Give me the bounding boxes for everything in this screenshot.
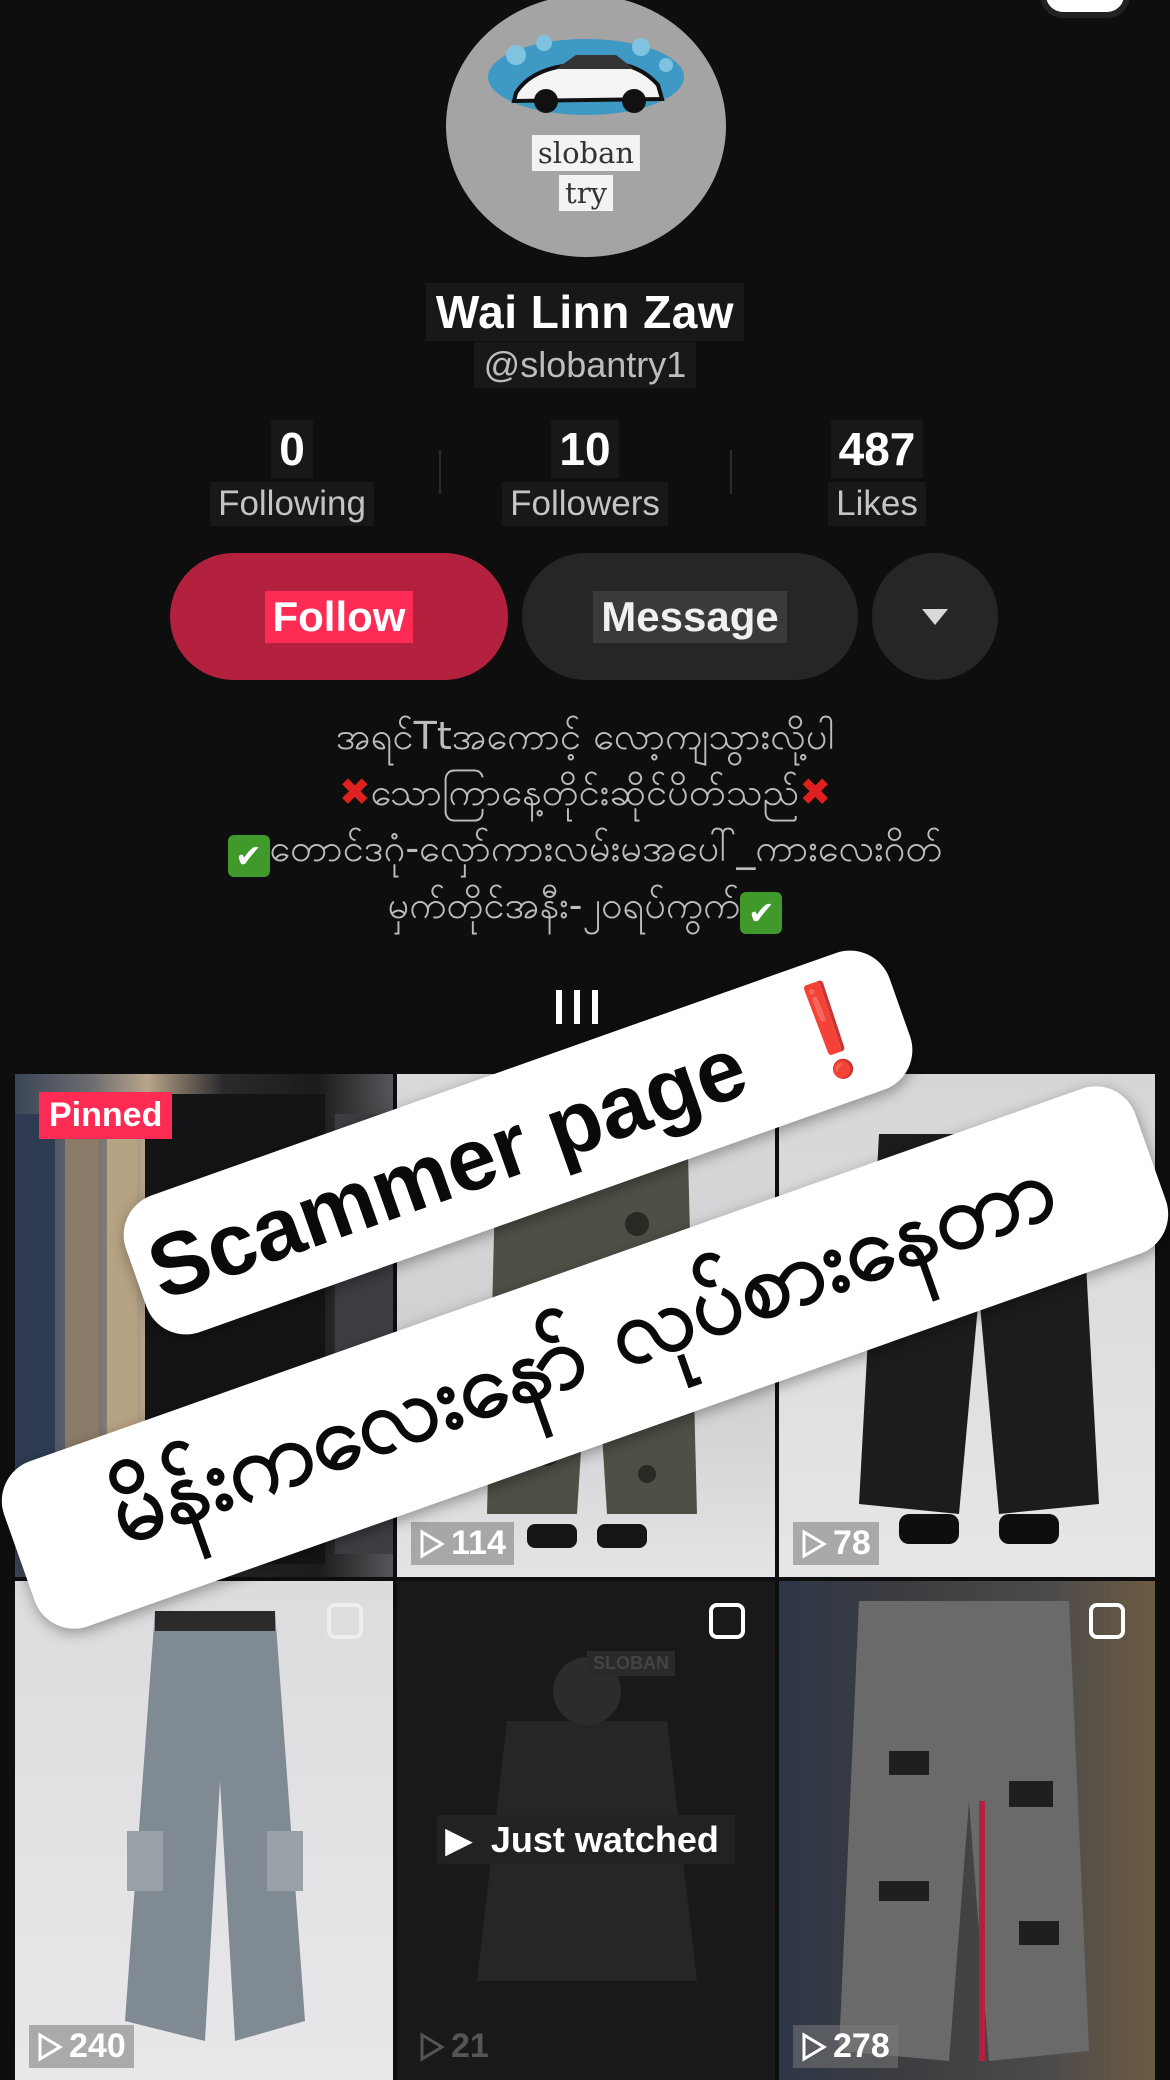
cargo-jeans-thumbnail [125, 1611, 305, 2041]
message-button-label: Message [593, 590, 787, 643]
caret-down-icon [922, 608, 948, 625]
bio-line: ✖သောကြာနေ့တိုင်းဆိုင်ပိတ်သည်✖ [338, 770, 832, 814]
stat-followers[interactable]: 10 Followers [465, 420, 705, 526]
bio: အရင်Ttအကောင့် လော့ကျသွားလို့ပါ ✖သောကြာနေ… [0, 708, 1170, 934]
play-icon [420, 1528, 445, 1559]
avatar[interactable]: sloban try [446, 0, 726, 257]
stat-label: Following [210, 482, 374, 526]
video-tile[interactable]: SLOBAN ▶ Just watched 21 [397, 1581, 775, 2080]
stat-likes[interactable]: 487 Likes [757, 420, 997, 526]
check-mark-icon: ✔ [740, 892, 783, 934]
avatar-text-line1: sloban [531, 135, 641, 171]
view-count: 78 [793, 1522, 879, 1565]
bio-line: အရင်Ttအကောင့် လော့ကျသွားလို့ပါ [335, 714, 835, 758]
follow-button[interactable]: Follow [170, 553, 508, 680]
stat-label: Likes [828, 482, 926, 526]
car-logo-icon [488, 35, 684, 115]
multi-image-icon [327, 1603, 363, 1639]
stat-value: 0 [271, 420, 313, 478]
pinned-badge: Pinned [39, 1092, 173, 1139]
exclamation-icon: ❗ [758, 964, 901, 1099]
view-count: 21 [411, 2025, 497, 2068]
watermark: SLOBAN [587, 1651, 675, 1676]
just-watched-label: ▶ Just watched [397, 1815, 775, 1864]
stat-label: Followers [502, 482, 668, 526]
play-icon [802, 1528, 827, 1559]
stat-following[interactable]: 0 Following [172, 420, 412, 526]
message-button[interactable]: Message [522, 553, 858, 680]
top-right-button[interactable] [1040, 0, 1130, 18]
view-count: 278 [793, 2025, 898, 2068]
x-mark-icon: ✖ [799, 770, 832, 814]
stat-divider [730, 450, 732, 494]
display-name: Wai Linn Zaw [0, 283, 1170, 341]
stat-value: 487 [830, 420, 924, 478]
play-icon [420, 2031, 445, 2062]
videos-tab-icon[interactable] [556, 990, 598, 1024]
bio-line: ✔ တောင်ဒဂုံ-လှော်ကားလမ်းမအပေါ်_ကားလေးဂိတ် [0, 820, 1170, 877]
username: @slobantry1 [0, 342, 1170, 388]
video-tile[interactable]: 278 [779, 1581, 1155, 2080]
stat-value: 10 [551, 420, 619, 478]
avatar-text-line2: try [559, 175, 613, 211]
multi-image-icon [1089, 1603, 1125, 1639]
play-icon [802, 2031, 827, 2062]
check-mark-icon: ✔ [227, 835, 270, 877]
more-options-button[interactable] [872, 553, 998, 680]
x-mark-icon: ✖ [338, 770, 371, 814]
view-count: 240 [29, 2025, 134, 2068]
distressed-jeans-thumbnail [839, 1601, 1089, 2061]
bio-line: မှက်တိုင်အနီး-၂၀ရပ်ကွက် ✔ [0, 877, 1170, 934]
view-count: 114 [411, 1522, 514, 1565]
follow-button-label: Follow [264, 590, 414, 643]
play-icon [38, 2031, 63, 2062]
video-tile[interactable]: 240 [15, 1581, 393, 2080]
stat-divider [439, 450, 441, 494]
multi-image-icon [709, 1603, 745, 1639]
